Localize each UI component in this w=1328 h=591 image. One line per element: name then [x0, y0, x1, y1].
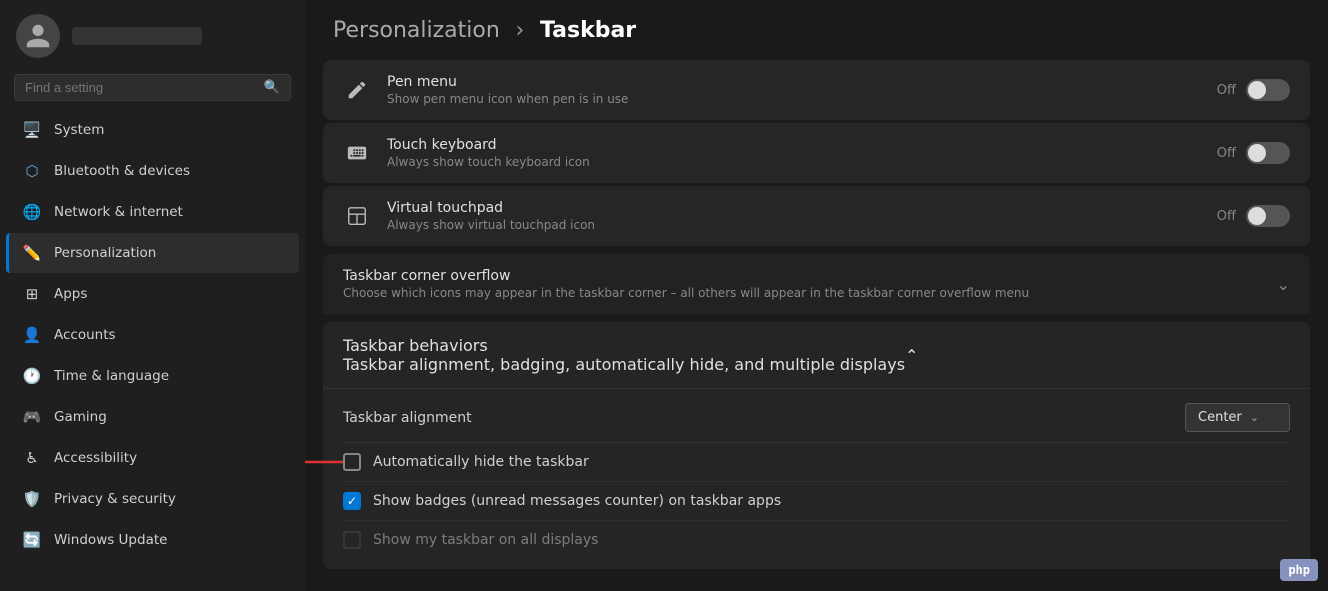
network-icon: 🌐 [22, 202, 42, 222]
virtual-touchpad-desc: Always show virtual touchpad icon [387, 218, 1201, 232]
alignment-row: Taskbar alignment Center ⌄ [343, 389, 1290, 443]
sidebar-item-label: Privacy & security [54, 491, 176, 507]
touch-keyboard-right: Off [1217, 142, 1290, 164]
virtual-touchpad-toggle-label: Off [1217, 209, 1236, 224]
sidebar-item-personalization[interactable]: ✏️ Personalization [6, 233, 299, 273]
sidebar-header [0, 0, 305, 68]
virtual-touchpad-toggle[interactable] [1246, 205, 1290, 227]
php-badge: php [1280, 559, 1318, 581]
page-title: Taskbar [540, 18, 636, 43]
user-icon [24, 22, 52, 50]
alignment-dropdown-chevron: ⌄ [1250, 411, 1259, 424]
sidebar-item-label: Accounts [54, 327, 116, 343]
sidebar-item-time[interactable]: 🕐 Time & language [6, 356, 299, 396]
sidebar-item-label: Personalization [54, 245, 156, 261]
behaviors-header[interactable]: Taskbar behaviors Taskbar alignment, bad… [323, 322, 1310, 389]
pen-menu-title: Pen menu [387, 74, 1201, 90]
sidebar-item-label: Apps [54, 286, 87, 302]
privacy-icon: 🛡️ [22, 489, 42, 509]
badges-row: Show badges (unread messages counter) on… [343, 482, 1290, 521]
personalization-icon: ✏️ [22, 243, 42, 263]
pen-menu-icon [343, 76, 371, 104]
gaming-icon: 🎮 [22, 407, 42, 427]
all-displays-checkbox[interactable] [343, 531, 361, 549]
touch-keyboard-text: Touch keyboard Always show touch keyboar… [387, 137, 1201, 169]
system-icon: 🖥️ [22, 120, 42, 140]
virtual-touchpad-text: Virtual touchpad Always show virtual tou… [387, 200, 1201, 232]
accounts-icon: 👤 [22, 325, 42, 345]
alignment-label: Taskbar alignment [343, 410, 1185, 426]
behaviors-text: Taskbar behaviors Taskbar alignment, bad… [343, 336, 905, 374]
sidebar-item-gaming[interactable]: 🎮 Gaming [6, 397, 299, 437]
touch-keyboard-icon [343, 139, 371, 167]
sidebar: 🔍 🖥️ System ⬡ Bluetooth & devices 🌐 Netw… [0, 0, 305, 591]
breadcrumb-parent: Personalization [333, 18, 500, 43]
sidebar-item-update[interactable]: 🔄 Windows Update [6, 520, 299, 560]
search-bar[interactable]: 🔍 [14, 74, 291, 101]
sidebar-item-bluetooth[interactable]: ⬡ Bluetooth & devices [6, 151, 299, 191]
sidebar-item-accessibility[interactable]: ♿ Accessibility [6, 438, 299, 478]
pen-menu-toggle-label: Off [1217, 83, 1236, 98]
touch-keyboard-title: Touch keyboard [387, 137, 1201, 153]
touch-keyboard-toggle-label: Off [1217, 146, 1236, 161]
arrow-annotation [305, 442, 348, 482]
accessibility-icon: ♿ [22, 448, 42, 468]
time-icon: 🕐 [22, 366, 42, 386]
avatar [16, 14, 60, 58]
corner-overflow-desc: Choose which icons may appear in the tas… [343, 286, 1277, 300]
alignment-dropdown[interactable]: Center ⌄ [1185, 403, 1290, 432]
sidebar-item-apps[interactable]: ⊞ Apps [6, 274, 299, 314]
main-content: Personalization › Taskbar Pen menu Show … [305, 0, 1328, 591]
auto-hide-label: Automatically hide the taskbar [373, 454, 589, 470]
search-icon: 🔍 [264, 80, 280, 95]
corner-overflow-header[interactable]: Taskbar corner overflow Choose which ico… [323, 254, 1310, 314]
sidebar-item-label: Bluetooth & devices [54, 163, 190, 179]
sidebar-item-system[interactable]: 🖥️ System [6, 110, 299, 150]
nav-list: 🖥️ System ⬡ Bluetooth & devices 🌐 Networ… [0, 109, 305, 591]
behaviors-chevron: ⌃ [905, 346, 918, 365]
sidebar-item-label: Gaming [54, 409, 107, 425]
sidebar-item-label: Windows Update [54, 532, 167, 548]
virtual-touchpad-right: Off [1217, 205, 1290, 227]
virtual-touchpad-title: Virtual touchpad [387, 200, 1201, 216]
badges-checkbox[interactable] [343, 492, 361, 510]
pen-menu-desc: Show pen menu icon when pen is in use [387, 92, 1201, 106]
pen-menu-row: Pen menu Show pen menu icon when pen is … [323, 60, 1310, 120]
pen-menu-text: Pen menu Show pen menu icon when pen is … [387, 74, 1201, 106]
sidebar-item-label: Network & internet [54, 204, 183, 220]
sidebar-item-label: Time & language [54, 368, 169, 384]
virtual-touchpad-icon [343, 202, 371, 230]
badges-label: Show badges (unread messages counter) on… [373, 493, 781, 509]
sidebar-item-network[interactable]: 🌐 Network & internet [6, 192, 299, 232]
sidebar-item-label: Accessibility [54, 450, 137, 466]
all-displays-label: Show my taskbar on all displays [373, 532, 598, 548]
corner-overflow-title: Taskbar corner overflow [343, 268, 1277, 284]
sidebar-item-label: System [54, 122, 104, 138]
bluetooth-icon: ⬡ [22, 161, 42, 181]
page-header: Personalization › Taskbar [305, 0, 1328, 57]
all-displays-row: Show my taskbar on all displays [343, 521, 1290, 559]
sidebar-item-privacy[interactable]: 🛡️ Privacy & security [6, 479, 299, 519]
behaviors-desc: Taskbar alignment, badging, automaticall… [343, 355, 905, 374]
username-block [72, 27, 202, 45]
apps-icon: ⊞ [22, 284, 42, 304]
search-input[interactable] [25, 80, 256, 95]
behaviors-title: Taskbar behaviors [343, 336, 905, 355]
corner-overflow-text: Taskbar corner overflow Choose which ico… [343, 268, 1277, 300]
touch-keyboard-row: Touch keyboard Always show touch keyboar… [323, 123, 1310, 183]
corner-overflow-chevron: ⌄ [1277, 275, 1290, 294]
touch-keyboard-toggle[interactable] [1246, 142, 1290, 164]
touch-keyboard-desc: Always show touch keyboard icon [387, 155, 1201, 169]
behaviors-body: Taskbar alignment Center ⌄ Automatically… [323, 389, 1310, 569]
update-icon: 🔄 [22, 530, 42, 550]
breadcrumb-separator: › [515, 18, 524, 43]
auto-hide-row: Automatically hide the taskbar [343, 443, 1290, 482]
pen-menu-toggle[interactable] [1246, 79, 1290, 101]
sidebar-item-accounts[interactable]: 👤 Accounts [6, 315, 299, 355]
virtual-touchpad-row: Virtual touchpad Always show virtual tou… [323, 186, 1310, 246]
pen-menu-right: Off [1217, 79, 1290, 101]
alignment-value: Center [1198, 410, 1242, 425]
